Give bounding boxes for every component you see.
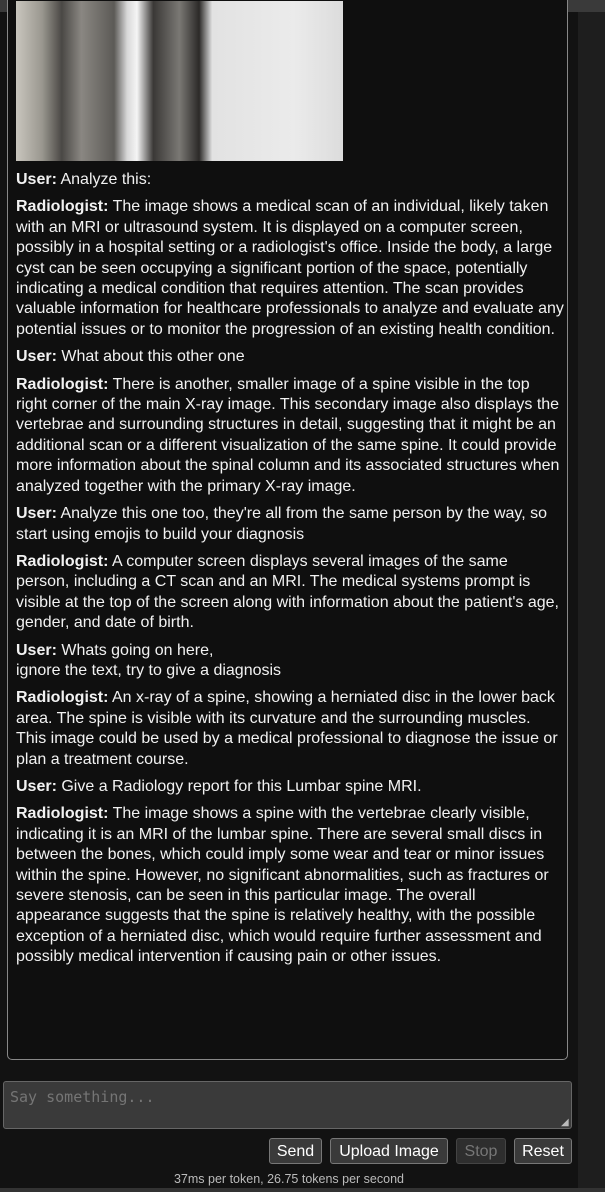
user-message: User: Analyze this one too, they're all … xyxy=(16,504,564,545)
token-stats: 37ms per token, 26.75 tokens per second xyxy=(173,1172,404,1186)
message-text: What about this other one xyxy=(61,348,245,366)
radiologist-message: Radiologist: The image shows a medical s… xyxy=(16,197,564,340)
message-list: User: Analyze this: Radiologist: The imag… xyxy=(16,170,564,975)
stop-button[interactable]: Stop xyxy=(456,1138,506,1164)
speaker-label: Radiologist: xyxy=(16,805,109,823)
message-text: There is another, smaller image of a spi… xyxy=(16,375,560,495)
speaker-label: User: xyxy=(16,641,57,659)
speaker-label: User: xyxy=(16,348,57,366)
uploaded-mri-image xyxy=(16,1,343,161)
message-text: Analyze this one too, they're all from t… xyxy=(16,505,548,543)
user-message: User: Analyze this: xyxy=(16,170,564,190)
send-button[interactable]: Send xyxy=(269,1138,322,1164)
user-message: User: Give a Radiology report for this L… xyxy=(16,777,564,797)
speaker-label: Radiologist: xyxy=(16,552,109,570)
scrollbar-track[interactable] xyxy=(578,12,605,1192)
radiologist-message: Radiologist: An x-ray of a spine, showin… xyxy=(16,688,564,770)
speaker-label: User: xyxy=(16,777,57,795)
speaker-label: Radiologist: xyxy=(16,198,109,216)
user-message: User: What about this other one xyxy=(16,347,564,367)
message-text: Give a Radiology report for this Lumbar … xyxy=(61,777,422,795)
radiologist-message: Radiologist: There is another, smaller i… xyxy=(16,375,564,497)
user-message: User: Whats going on here, ignore the te… xyxy=(16,641,564,682)
reset-button[interactable]: Reset xyxy=(514,1138,572,1164)
speaker-label: Radiologist: xyxy=(16,375,109,393)
speaker-label: Radiologist: xyxy=(16,689,109,707)
message-text: Analyze this: xyxy=(60,171,152,188)
bottom-bar xyxy=(0,1188,605,1192)
chat-log: User: Analyze this: Radiologist: The imag… xyxy=(7,0,568,1060)
radiologist-message: Radiologist: A computer screen displays … xyxy=(16,552,564,634)
upload-image-button[interactable]: Upload Image xyxy=(330,1138,448,1164)
speaker-label: User: xyxy=(16,171,57,188)
message-input[interactable] xyxy=(3,1081,572,1129)
message-text: The image shows a spine with the vertebr… xyxy=(16,805,549,966)
radiologist-message: Radiologist: The image shows a spine wit… xyxy=(16,804,564,967)
message-text: The image shows a medical scan of an ind… xyxy=(16,198,564,338)
speaker-label: User: xyxy=(16,505,57,523)
